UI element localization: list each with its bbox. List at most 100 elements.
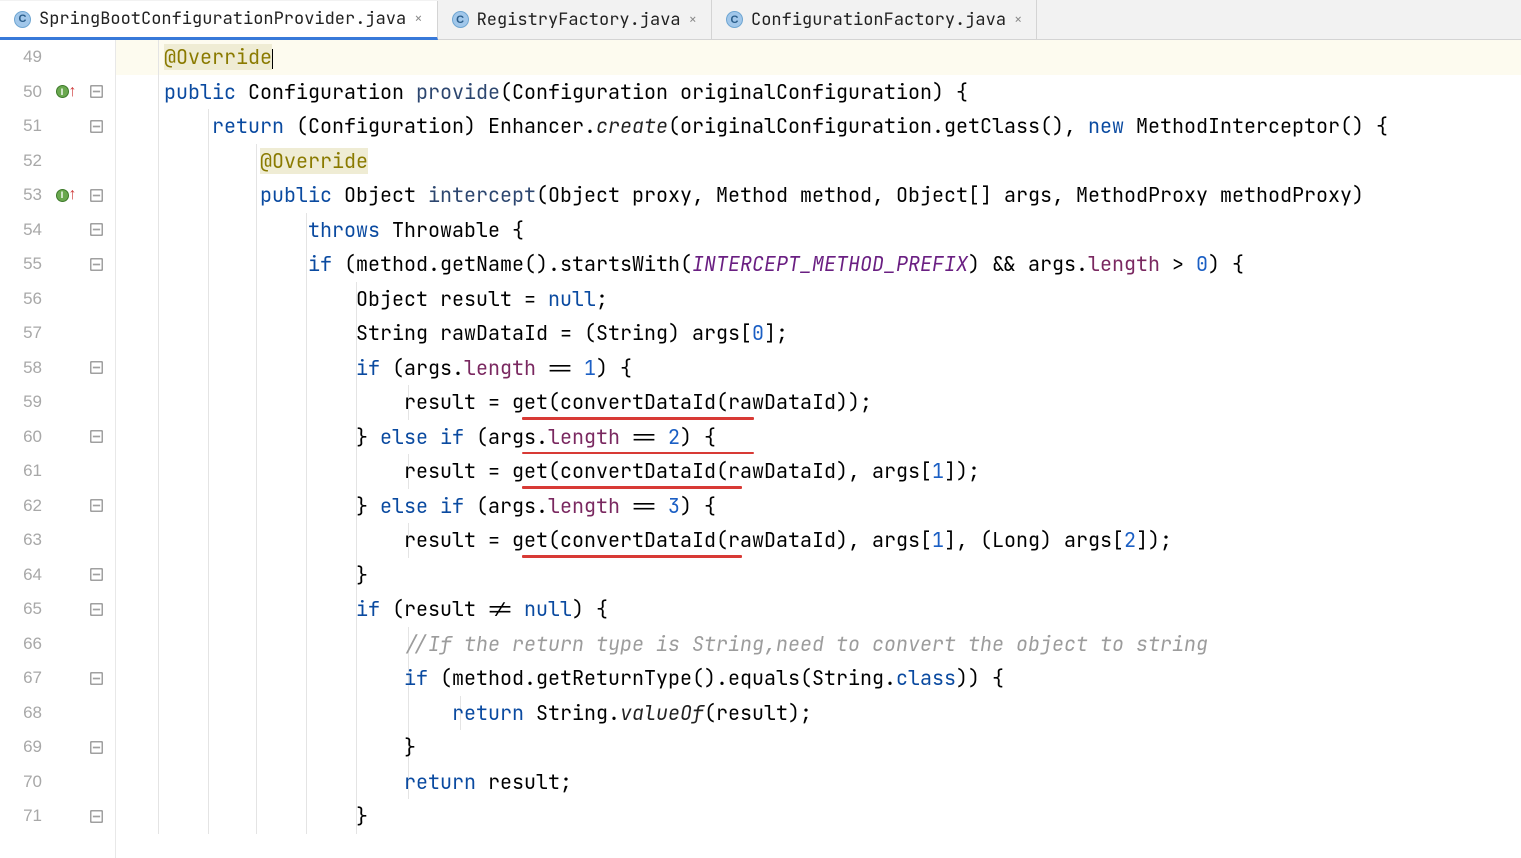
token-text (116, 113, 212, 139)
code-line[interactable]: @Override (116, 144, 1521, 179)
override-up-icon[interactable]: ↑ (69, 186, 77, 204)
gutter-row[interactable]: 63 (0, 523, 115, 558)
code-line[interactable]: String rawDataId = (String) args[0]; (116, 316, 1521, 351)
line-number: 64 (0, 565, 48, 585)
token-text (116, 734, 404, 760)
fold-toggle[interactable] (84, 430, 108, 443)
fold-toggle[interactable] (84, 85, 108, 98)
token-mname: intercept (428, 182, 536, 208)
code-line[interactable]: public Configuration provide(Configurati… (116, 75, 1521, 110)
code-line[interactable]: if (args.length == 1) { (116, 351, 1521, 386)
gutter-row[interactable]: 57 (0, 316, 115, 351)
token-text: ) { (680, 424, 716, 450)
code-area[interactable]: @Override public Configuration provide(C… (116, 40, 1521, 858)
code-line[interactable]: public Object intercept(Object proxy, Me… (116, 178, 1521, 213)
fold-toggle[interactable] (84, 120, 108, 133)
gutter-row[interactable]: 67 (0, 661, 115, 696)
token-text (116, 355, 356, 381)
code-line[interactable]: } else if (args.length == 3) { (116, 489, 1521, 524)
code-line[interactable]: if (method.getName().startsWith(INTERCEP… (116, 247, 1521, 282)
line-number: 71 (0, 806, 48, 826)
token-text: Throwable { (392, 217, 524, 243)
token-fnstatic: create (596, 113, 668, 139)
code-line[interactable]: result = get(convertDataId(rawDataId), a… (116, 454, 1521, 489)
gutter-row[interactable]: 62 (0, 489, 115, 524)
code-line[interactable]: result = get(convertDataId(rawDataId)); (116, 385, 1521, 420)
token-text: (args. (476, 424, 548, 450)
line-number: 49 (0, 47, 48, 67)
token-num: 2 (1124, 527, 1136, 553)
line-number: 51 (0, 116, 48, 136)
gutter-row[interactable]: 68 (0, 696, 115, 731)
gutter-row[interactable]: 54 (0, 213, 115, 248)
java-class-icon: C (452, 11, 469, 28)
line-number: 61 (0, 461, 48, 481)
ide-root: CSpringBootConfigurationProvider.java×CR… (0, 0, 1521, 858)
fold-toggle[interactable] (84, 223, 108, 236)
token-text (116, 217, 308, 243)
code-line[interactable]: Object result = null; (116, 282, 1521, 317)
fold-toggle[interactable] (84, 189, 108, 202)
token-kw: public (164, 79, 248, 105)
gutter-row[interactable]: 49 (0, 40, 115, 75)
gutter-row[interactable]: 56 (0, 282, 115, 317)
token-text (116, 424, 356, 450)
code-line[interactable]: @Override (116, 40, 1521, 75)
gutter-row[interactable]: 66 (0, 627, 115, 662)
gutter-row[interactable]: 71 (0, 799, 115, 834)
code-line[interactable]: throws Throwable { (116, 213, 1521, 248)
token-text (116, 79, 164, 105)
code-line[interactable]: return (Configuration) Enhancer.create(o… (116, 109, 1521, 144)
code-line[interactable]: return result; (116, 765, 1521, 800)
code-line[interactable]: } else if (args.length == 2) { (116, 420, 1521, 455)
fold-toggle[interactable] (84, 568, 108, 581)
token-text: ], (Long) args[ (944, 527, 1124, 553)
close-icon[interactable]: × (414, 10, 422, 28)
token-kw: else if (380, 424, 476, 450)
fold-toggle[interactable] (84, 741, 108, 754)
editor-tab[interactable]: CRegistryFactory.java× (438, 0, 712, 39)
code-line[interactable]: } (116, 558, 1521, 593)
code-line[interactable]: result = get(convertDataId(rawDataId), a… (116, 523, 1521, 558)
code-line[interactable]: if (method.getReturnType().equals(String… (116, 661, 1521, 696)
close-icon[interactable]: × (689, 11, 697, 29)
gutter-row[interactable]: 53I↑ (0, 178, 115, 213)
implement-icon[interactable]: I (56, 189, 69, 202)
token-text: )) { (956, 665, 1004, 691)
gutter-row[interactable]: 55 (0, 247, 115, 282)
code-line[interactable]: } (116, 730, 1521, 765)
gutter[interactable]: 49 50I↑ 51 5253I↑54 55 5657585960 61 6263 64 6566… (0, 40, 116, 858)
fold-toggle[interactable] (84, 258, 108, 271)
gutter-row[interactable]: 52 (0, 144, 115, 179)
gutter-row[interactable]: 51 (0, 109, 115, 144)
code-line[interactable]: } (116, 799, 1521, 834)
editor-tab[interactable]: CSpringBootConfigurationProvider.java× (0, 1, 438, 40)
gutter-row[interactable]: 61 (0, 454, 115, 489)
fold-toggle[interactable] (84, 810, 108, 823)
token-text: } (356, 803, 368, 829)
implement-icon[interactable]: I (56, 85, 69, 98)
code-line[interactable]: return String.valueOf(result); (116, 696, 1521, 731)
code-line[interactable]: //If the return type is String,need to c… (116, 627, 1521, 662)
gutter-row[interactable]: 65 (0, 592, 115, 627)
close-icon[interactable]: × (1014, 11, 1022, 29)
override-up-icon[interactable]: ↑ (69, 83, 77, 101)
fold-toggle[interactable] (84, 672, 108, 685)
gutter-row[interactable]: 64 (0, 558, 115, 593)
gutter-row[interactable]: 60 (0, 420, 115, 455)
editor[interactable]: 49 50I↑ 51 5253I↑54 55 5657585960 61 6263 64 6566… (0, 40, 1521, 858)
gutter-row[interactable]: 58 (0, 351, 115, 386)
code-line[interactable]: if (result != null) { (116, 592, 1521, 627)
line-number: 70 (0, 772, 48, 792)
gutter-row[interactable]: 69 (0, 730, 115, 765)
gutter-row[interactable]: 50I↑ (0, 75, 115, 110)
token-kw: class (896, 665, 956, 691)
fold-toggle[interactable] (84, 603, 108, 616)
gutter-row[interactable]: 70 (0, 765, 115, 800)
line-number: 55 (0, 254, 48, 274)
editor-tab[interactable]: CConfigurationFactory.java× (712, 0, 1037, 39)
gutter-row[interactable]: 59 (0, 385, 115, 420)
fold-toggle[interactable] (84, 361, 108, 374)
fold-toggle[interactable] (84, 499, 108, 512)
token-text: ) && args. (968, 251, 1088, 277)
